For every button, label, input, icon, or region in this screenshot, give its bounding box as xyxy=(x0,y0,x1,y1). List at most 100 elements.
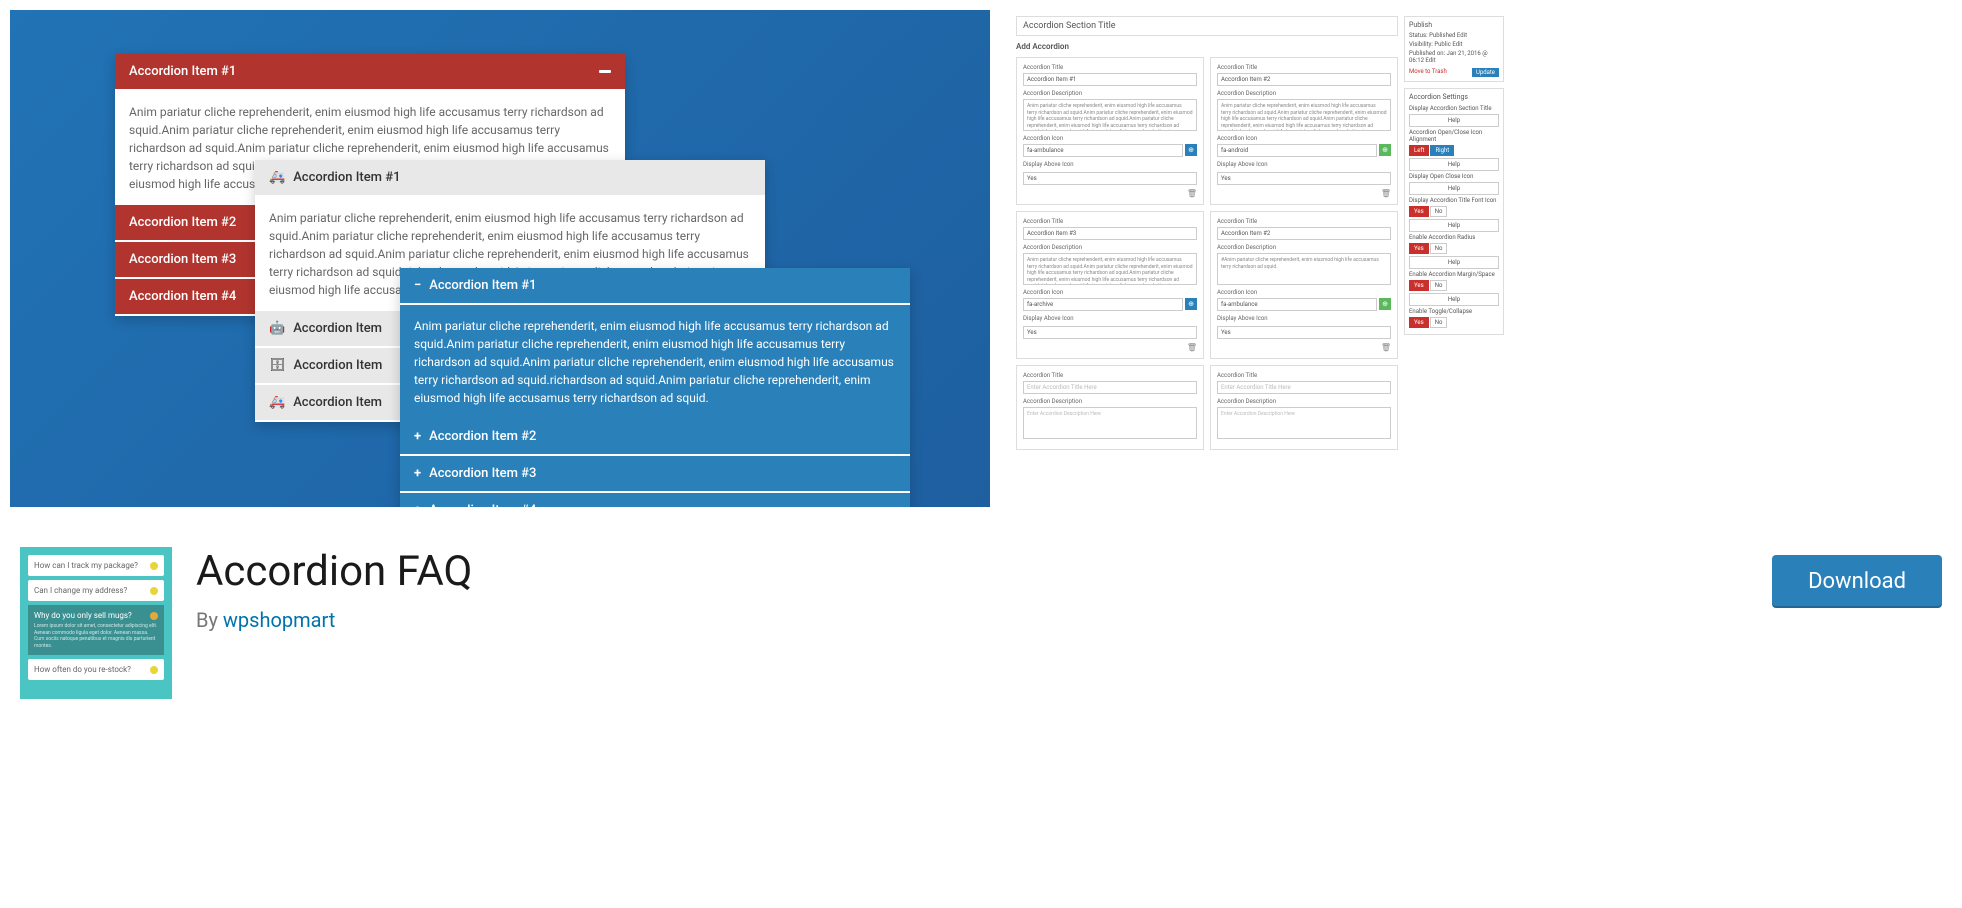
settings-box: Accordion Settings Display Accordion Sec… xyxy=(1404,88,1504,335)
help-button[interactable]: Help xyxy=(1409,158,1499,171)
published-line[interactable]: Published on: Jan 21, 2016 @ 06:12 Edit xyxy=(1409,50,1499,64)
faq-answer: Lorem ipsum dolor sit amet, consectetur … xyxy=(34,623,158,649)
download-button[interactable]: Download xyxy=(1772,555,1942,608)
above-icon-select[interactable]: Yes xyxy=(1217,172,1391,185)
above-icon-select[interactable]: Yes xyxy=(1023,326,1197,339)
help-button[interactable]: Help xyxy=(1409,256,1499,269)
yes-no-toggle[interactable]: YesNo xyxy=(1409,206,1499,217)
icon-input[interactable]: fa-archive xyxy=(1023,298,1183,311)
above-icon-select[interactable]: Yes xyxy=(1217,326,1391,339)
icon-input[interactable]: fa-android xyxy=(1217,144,1377,157)
field-label: Accordion Title xyxy=(1023,372,1197,379)
icon-picker-button[interactable]: ⊕ xyxy=(1379,298,1391,310)
dot-icon xyxy=(150,562,158,570)
accordion-header[interactable]: +Accordion Item #4 xyxy=(400,493,910,507)
help-button[interactable]: Help xyxy=(1409,114,1499,127)
accordion-header[interactable]: +Accordion Item #3 xyxy=(400,456,910,491)
icon-picker-button[interactable]: ⊕ xyxy=(1379,144,1391,156)
field-label: Display Above Icon xyxy=(1217,161,1391,168)
accordion-header-expanded[interactable]: Accordion Item #1 xyxy=(115,54,625,89)
faq-row: Can I change my address? xyxy=(28,580,164,601)
title-input[interactable]: Enter Accordion Title Here xyxy=(1023,381,1197,394)
field-label: Display Above Icon xyxy=(1023,315,1197,322)
description-textarea[interactable]: Anim pariatur cliche reprehenderit, enim… xyxy=(1217,99,1391,131)
description-textarea[interactable]: #Anim pariatur cliche reprehenderit, eni… xyxy=(1217,253,1391,285)
field-label: Accordion Description xyxy=(1023,398,1197,405)
accordion-card-empty: Accordion Title Enter Accordion Title He… xyxy=(1210,365,1398,450)
trash-icon[interactable]: 🗑 xyxy=(1217,343,1391,352)
move-to-trash-link[interactable]: Move to Trash xyxy=(1409,68,1447,75)
title-input[interactable]: Accordion Item #1 xyxy=(1023,73,1197,86)
faq-row: How can I track my package? xyxy=(28,555,164,576)
minus-icon xyxy=(599,70,611,73)
admin-banner-image: Accordion Section Title Add Accordion Ac… xyxy=(1010,10,1510,507)
accordion-header-expanded[interactable]: 🚑Accordion Item #1 xyxy=(255,160,765,195)
description-textarea[interactable]: Enter Accordion Description Here xyxy=(1023,407,1197,439)
icon-input[interactable]: fa-ambulance xyxy=(1023,144,1183,157)
plus-icon: + xyxy=(414,503,421,507)
android-icon: 🤖 xyxy=(269,321,285,336)
field-label: Accordion Title xyxy=(1217,218,1391,225)
accordion-header[interactable]: +Accordion Item #2 xyxy=(400,419,910,454)
field-label: Accordion Description xyxy=(1023,90,1197,97)
publish-box: Publish Status: Published Edit Visibilit… xyxy=(1404,16,1504,82)
field-label: Accordion Title xyxy=(1023,64,1197,71)
section-title-input[interactable]: Accordion Section Title xyxy=(1016,16,1398,36)
plus-icon: + xyxy=(414,429,421,444)
accordion-card-empty: Accordion Title Enter Accordion Title He… xyxy=(1016,365,1204,450)
plugin-icon: How can I track my package? Can I change… xyxy=(20,547,172,699)
help-button[interactable]: Help xyxy=(1409,293,1499,306)
icon-input[interactable]: fa-ambulance xyxy=(1217,298,1377,311)
dot-icon xyxy=(150,587,158,595)
icon-picker-button[interactable]: ⊕ xyxy=(1185,298,1197,310)
title-input[interactable]: Accordion Item #2 xyxy=(1217,73,1391,86)
add-accordion-label: Add Accordion xyxy=(1016,42,1398,51)
left-right-toggle[interactable]: LeftRight xyxy=(1409,145,1499,156)
status-line[interactable]: Status: Published Edit xyxy=(1409,32,1499,39)
yes-no-toggle[interactable]: YesNo xyxy=(1409,280,1499,291)
setting-label: Display Accordion Section Title xyxy=(1409,105,1499,112)
icon-picker-button[interactable]: ⊕ xyxy=(1185,144,1197,156)
field-label: Accordion Description xyxy=(1217,90,1391,97)
accordion-card: Accordion Title Accordion Item #3 Accord… xyxy=(1016,211,1204,359)
yes-no-toggle[interactable]: YesNo xyxy=(1409,243,1499,254)
update-button[interactable]: Update xyxy=(1472,68,1499,77)
field-label: Accordion Description xyxy=(1217,398,1391,405)
above-icon-select[interactable]: Yes xyxy=(1023,172,1197,185)
dot-icon xyxy=(150,666,158,674)
setting-label: Accordion Open/Close Icon Alignment xyxy=(1409,129,1499,143)
trash-icon[interactable]: 🗑 xyxy=(1217,189,1391,198)
description-textarea[interactable]: Anim pariatur cliche reprehenderit, enim… xyxy=(1023,99,1197,131)
field-label: Accordion Description xyxy=(1023,244,1197,251)
accordion-card: Accordion Title Accordion Item #1 Accord… xyxy=(1016,57,1204,205)
yes-no-toggle[interactable]: YesNo xyxy=(1409,317,1499,328)
minus-icon: − xyxy=(414,278,421,293)
settings-title: Accordion Settings xyxy=(1409,93,1499,101)
title-input[interactable]: Accordion Item #3 xyxy=(1023,227,1197,240)
help-button[interactable]: Help xyxy=(1409,219,1499,232)
trash-icon[interactable]: 🗑 xyxy=(1023,189,1197,198)
visibility-line[interactable]: Visibility: Public Edit xyxy=(1409,41,1499,48)
title-input[interactable]: Enter Accordion Title Here xyxy=(1217,381,1391,394)
field-label: Accordion Title xyxy=(1217,372,1391,379)
accordion-blue: −Accordion Item #1 Anim pariatur cliche … xyxy=(400,268,910,507)
field-label: Accordion Title xyxy=(1023,218,1197,225)
help-button[interactable]: Help xyxy=(1409,182,1499,195)
author-link[interactable]: wpshopmart xyxy=(223,608,335,632)
dot-icon xyxy=(150,612,158,620)
description-textarea[interactable]: Anim pariatur cliche reprehenderit, enim… xyxy=(1023,253,1197,285)
setting-label: Enable Accordion Margin/Space xyxy=(1409,271,1499,278)
accordion-card: Accordion Title Accordion Item #2 Accord… xyxy=(1210,211,1398,359)
ambulance-icon: 🚑 xyxy=(269,395,285,410)
field-label: Display Above Icon xyxy=(1023,161,1197,168)
faq-row: How often do you re-stock? xyxy=(28,659,164,680)
field-label: Display Above Icon xyxy=(1217,315,1391,322)
description-textarea[interactable]: Enter Accordion Description Here xyxy=(1217,407,1391,439)
field-label: Accordion Icon xyxy=(1023,289,1197,296)
title-input[interactable]: Accordion Item #2 xyxy=(1217,227,1391,240)
plugin-author-line: By wpshopmart xyxy=(196,608,1748,632)
trash-icon[interactable]: 🗑 xyxy=(1023,343,1197,352)
plugin-title: Accordion FAQ xyxy=(196,547,1748,596)
field-label: Accordion Icon xyxy=(1023,135,1197,142)
accordion-header-expanded[interactable]: −Accordion Item #1 xyxy=(400,268,910,303)
